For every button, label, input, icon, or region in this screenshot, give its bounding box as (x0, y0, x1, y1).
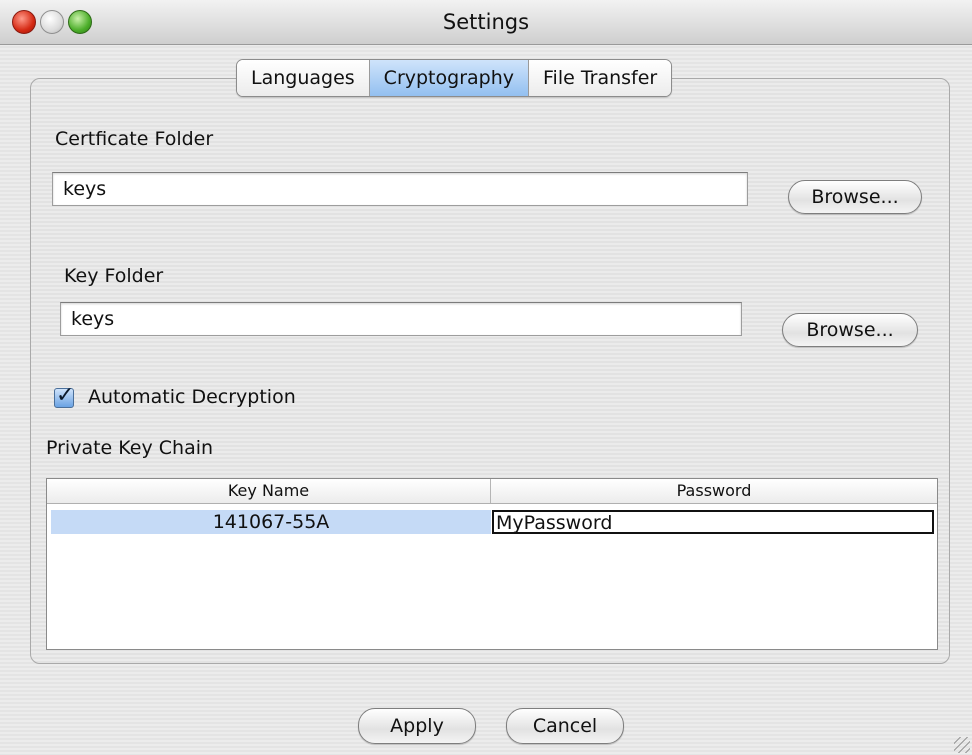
column-header-password[interactable]: Password (491, 479, 937, 503)
certificate-folder-label: Certficate Folder (55, 128, 214, 150)
private-key-chain-label: Private Key Chain (46, 437, 214, 459)
resize-grip[interactable] (954, 737, 970, 753)
tab-cryptography[interactable]: Cryptography (369, 60, 529, 96)
certificate-folder-field[interactable] (52, 172, 748, 206)
window-title: Settings (442, 10, 530, 34)
apply-button[interactable]: Apply (358, 708, 476, 744)
tab-file-transfer[interactable]: File Transfer (529, 60, 672, 96)
zoom-button[interactable] (68, 10, 92, 34)
password-cell[interactable]: MyPassword (492, 510, 934, 534)
automatic-decryption-label: Automatic Decryption (88, 386, 296, 408)
cancel-button[interactable]: Cancel (506, 708, 624, 744)
minimize-button[interactable] (40, 10, 64, 34)
key-chain-table[interactable]: Key Name Password 141067-55A MyPassword (46, 478, 938, 650)
key-name-cell[interactable]: 141067-55A (51, 510, 491, 534)
column-header-key-name[interactable]: Key Name (47, 479, 491, 503)
close-button[interactable] (12, 10, 36, 34)
table-row[interactable]: 141067-55A MyPassword (47, 510, 937, 534)
key-folder-label: Key Folder (64, 265, 164, 287)
automatic-decryption-checkbox[interactable]: ✓ (54, 383, 74, 408)
key-browse-button[interactable]: Browse... (782, 313, 918, 347)
table-header: Key Name Password (47, 479, 937, 504)
tab-languages[interactable]: Languages (237, 60, 370, 96)
checkmark-icon: ✓ (56, 383, 75, 408)
tab-bar: Languages Cryptography File Transfer (236, 59, 673, 97)
key-folder-field[interactable] (60, 302, 742, 336)
certificate-browse-button[interactable]: Browse... (788, 180, 922, 214)
